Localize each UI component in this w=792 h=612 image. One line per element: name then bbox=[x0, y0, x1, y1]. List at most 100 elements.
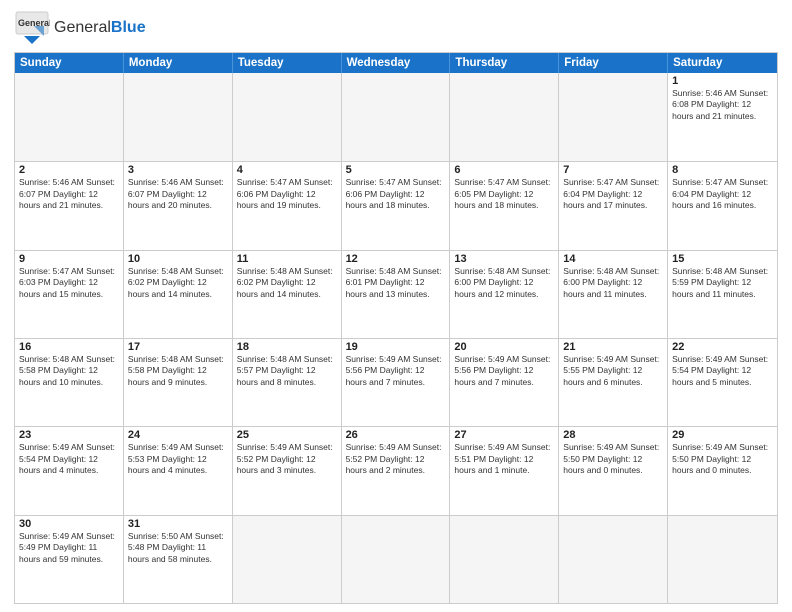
calendar-row: 23Sunrise: 5:49 AM Sunset: 5:54 PM Dayli… bbox=[15, 426, 777, 514]
logo-svg: General bbox=[14, 10, 50, 46]
logo-general-text: General bbox=[54, 19, 111, 36]
day-cell: 13Sunrise: 5:48 AM Sunset: 6:00 PM Dayli… bbox=[450, 251, 559, 338]
day-number: 2 bbox=[19, 164, 119, 176]
day-header: Saturday bbox=[668, 53, 777, 73]
day-number: 14 bbox=[563, 253, 663, 265]
day-cell: 18Sunrise: 5:48 AM Sunset: 5:57 PM Dayli… bbox=[233, 339, 342, 426]
day-number: 26 bbox=[346, 429, 446, 441]
day-info: Sunrise: 5:49 AM Sunset: 5:54 PM Dayligh… bbox=[19, 442, 119, 476]
day-info: Sunrise: 5:49 AM Sunset: 5:49 PM Dayligh… bbox=[19, 531, 119, 565]
day-info: Sunrise: 5:48 AM Sunset: 5:59 PM Dayligh… bbox=[672, 266, 773, 300]
day-info: Sunrise: 5:48 AM Sunset: 5:58 PM Dayligh… bbox=[128, 354, 228, 388]
day-cell: 30Sunrise: 5:49 AM Sunset: 5:49 PM Dayli… bbox=[15, 516, 124, 603]
day-cell: 15Sunrise: 5:48 AM Sunset: 5:59 PM Dayli… bbox=[668, 251, 777, 338]
empty-cell bbox=[342, 516, 451, 603]
day-number: 22 bbox=[672, 341, 773, 353]
day-cell: 1Sunrise: 5:46 AM Sunset: 6:08 PM Daylig… bbox=[668, 73, 777, 161]
day-cell: 3Sunrise: 5:46 AM Sunset: 6:07 PM Daylig… bbox=[124, 162, 233, 249]
day-number: 28 bbox=[563, 429, 663, 441]
day-cell: 28Sunrise: 5:49 AM Sunset: 5:50 PM Dayli… bbox=[559, 427, 668, 514]
day-number: 3 bbox=[128, 164, 228, 176]
day-number: 29 bbox=[672, 429, 773, 441]
day-cell: 5Sunrise: 5:47 AM Sunset: 6:06 PM Daylig… bbox=[342, 162, 451, 249]
calendar-row: 30Sunrise: 5:49 AM Sunset: 5:49 PM Dayli… bbox=[15, 515, 777, 603]
day-number: 5 bbox=[346, 164, 446, 176]
empty-cell bbox=[668, 516, 777, 603]
day-info: Sunrise: 5:49 AM Sunset: 5:52 PM Dayligh… bbox=[237, 442, 337, 476]
day-cell: 6Sunrise: 5:47 AM Sunset: 6:05 PM Daylig… bbox=[450, 162, 559, 249]
day-info: Sunrise: 5:47 AM Sunset: 6:03 PM Dayligh… bbox=[19, 266, 119, 300]
day-cell: 12Sunrise: 5:48 AM Sunset: 6:01 PM Dayli… bbox=[342, 251, 451, 338]
day-cell: 9Sunrise: 5:47 AM Sunset: 6:03 PM Daylig… bbox=[15, 251, 124, 338]
day-cell: 14Sunrise: 5:48 AM Sunset: 6:00 PM Dayli… bbox=[559, 251, 668, 338]
day-number: 16 bbox=[19, 341, 119, 353]
day-cell: 20Sunrise: 5:49 AM Sunset: 5:56 PM Dayli… bbox=[450, 339, 559, 426]
empty-cell bbox=[559, 516, 668, 603]
day-number: 13 bbox=[454, 253, 554, 265]
day-info: Sunrise: 5:48 AM Sunset: 6:02 PM Dayligh… bbox=[128, 266, 228, 300]
day-info: Sunrise: 5:48 AM Sunset: 6:00 PM Dayligh… bbox=[454, 266, 554, 300]
day-cell: 23Sunrise: 5:49 AM Sunset: 5:54 PM Dayli… bbox=[15, 427, 124, 514]
day-cell: 7Sunrise: 5:47 AM Sunset: 6:04 PM Daylig… bbox=[559, 162, 668, 249]
day-cell: 19Sunrise: 5:49 AM Sunset: 5:56 PM Dayli… bbox=[342, 339, 451, 426]
calendar-body: 1Sunrise: 5:46 AM Sunset: 6:08 PM Daylig… bbox=[15, 73, 777, 603]
day-cell: 16Sunrise: 5:48 AM Sunset: 5:58 PM Dayli… bbox=[15, 339, 124, 426]
day-info: Sunrise: 5:48 AM Sunset: 6:00 PM Dayligh… bbox=[563, 266, 663, 300]
day-cell: 8Sunrise: 5:47 AM Sunset: 6:04 PM Daylig… bbox=[668, 162, 777, 249]
calendar: SundayMondayTuesdayWednesdayThursdayFrid… bbox=[14, 52, 778, 604]
day-number: 19 bbox=[346, 341, 446, 353]
page: General GeneralBlue SundayMondayTuesdayW… bbox=[0, 0, 792, 612]
day-number: 12 bbox=[346, 253, 446, 265]
day-cell: 29Sunrise: 5:49 AM Sunset: 5:50 PM Dayli… bbox=[668, 427, 777, 514]
day-info: Sunrise: 5:46 AM Sunset: 6:07 PM Dayligh… bbox=[19, 177, 119, 211]
day-number: 15 bbox=[672, 253, 773, 265]
day-header: Sunday bbox=[15, 53, 124, 73]
day-number: 24 bbox=[128, 429, 228, 441]
day-info: Sunrise: 5:49 AM Sunset: 5:54 PM Dayligh… bbox=[672, 354, 773, 388]
day-number: 4 bbox=[237, 164, 337, 176]
empty-cell bbox=[450, 516, 559, 603]
day-cell: 2Sunrise: 5:46 AM Sunset: 6:07 PM Daylig… bbox=[15, 162, 124, 249]
day-headers: SundayMondayTuesdayWednesdayThursdayFrid… bbox=[15, 53, 777, 73]
day-header: Wednesday bbox=[342, 53, 451, 73]
day-header: Tuesday bbox=[233, 53, 342, 73]
day-header: Thursday bbox=[450, 53, 559, 73]
day-number: 18 bbox=[237, 341, 337, 353]
day-cell: 31Sunrise: 5:50 AM Sunset: 5:48 PM Dayli… bbox=[124, 516, 233, 603]
day-info: Sunrise: 5:47 AM Sunset: 6:06 PM Dayligh… bbox=[346, 177, 446, 211]
day-info: Sunrise: 5:49 AM Sunset: 5:51 PM Dayligh… bbox=[454, 442, 554, 476]
calendar-row: 9Sunrise: 5:47 AM Sunset: 6:03 PM Daylig… bbox=[15, 250, 777, 338]
calendar-row: 16 Sunrise: 5:48 AM Sunset: 5:58 PM Dayli… bbox=[15, 338, 777, 426]
day-info: Sunrise: 5:47 AM Sunset: 6:06 PM Dayligh… bbox=[237, 177, 337, 211]
empty-cell bbox=[559, 73, 668, 161]
day-cell: 4Sunrise: 5:47 AM Sunset: 6:06 PM Daylig… bbox=[233, 162, 342, 249]
day-info: Sunrise: 5:49 AM Sunset: 5:52 PM Dayligh… bbox=[346, 442, 446, 476]
day-cell: 17Sunrise: 5:48 AM Sunset: 5:58 PM Dayli… bbox=[124, 339, 233, 426]
day-number: 23 bbox=[19, 429, 119, 441]
day-info: Sunrise: 5:49 AM Sunset: 5:50 PM Dayligh… bbox=[563, 442, 663, 476]
header: General GeneralBlue bbox=[14, 10, 778, 46]
calendar-row: 2Sunrise: 5:46 AM Sunset: 6:07 PM Daylig… bbox=[15, 161, 777, 249]
day-number: 6 bbox=[454, 164, 554, 176]
empty-cell bbox=[15, 73, 124, 161]
day-info: Sunrise: 5:47 AM Sunset: 6:05 PM Dayligh… bbox=[454, 177, 554, 211]
day-number: 20 bbox=[454, 341, 554, 353]
day-info: Sunrise: 5:49 AM Sunset: 5:56 PM Dayligh… bbox=[454, 354, 554, 388]
day-info: Sunrise: 5:47 AM Sunset: 6:04 PM Dayligh… bbox=[672, 177, 773, 211]
svg-text:General: General bbox=[18, 18, 50, 28]
logo-blue-text: Blue bbox=[111, 19, 146, 36]
day-number: 7 bbox=[563, 164, 663, 176]
day-info: Sunrise: 5:46 AM Sunset: 6:07 PM Dayligh… bbox=[128, 177, 228, 211]
day-number: 25 bbox=[237, 429, 337, 441]
day-info: Sunrise: 5:48 AM Sunset: 5:57 PM Dayligh… bbox=[237, 354, 337, 388]
day-header: Monday bbox=[124, 53, 233, 73]
day-number: 9 bbox=[19, 253, 119, 265]
day-cell: 21Sunrise: 5:49 AM Sunset: 5:55 PM Dayli… bbox=[559, 339, 668, 426]
empty-cell bbox=[124, 73, 233, 161]
day-info: Sunrise: 5:49 AM Sunset: 5:50 PM Dayligh… bbox=[672, 442, 773, 476]
day-header: Friday bbox=[559, 53, 668, 73]
day-info: Sunrise: 5:48 AM Sunset: 6:01 PM Dayligh… bbox=[346, 266, 446, 300]
logo: General GeneralBlue bbox=[14, 10, 146, 46]
empty-cell bbox=[233, 73, 342, 161]
day-cell: 25Sunrise: 5:49 AM Sunset: 5:52 PM Dayli… bbox=[233, 427, 342, 514]
